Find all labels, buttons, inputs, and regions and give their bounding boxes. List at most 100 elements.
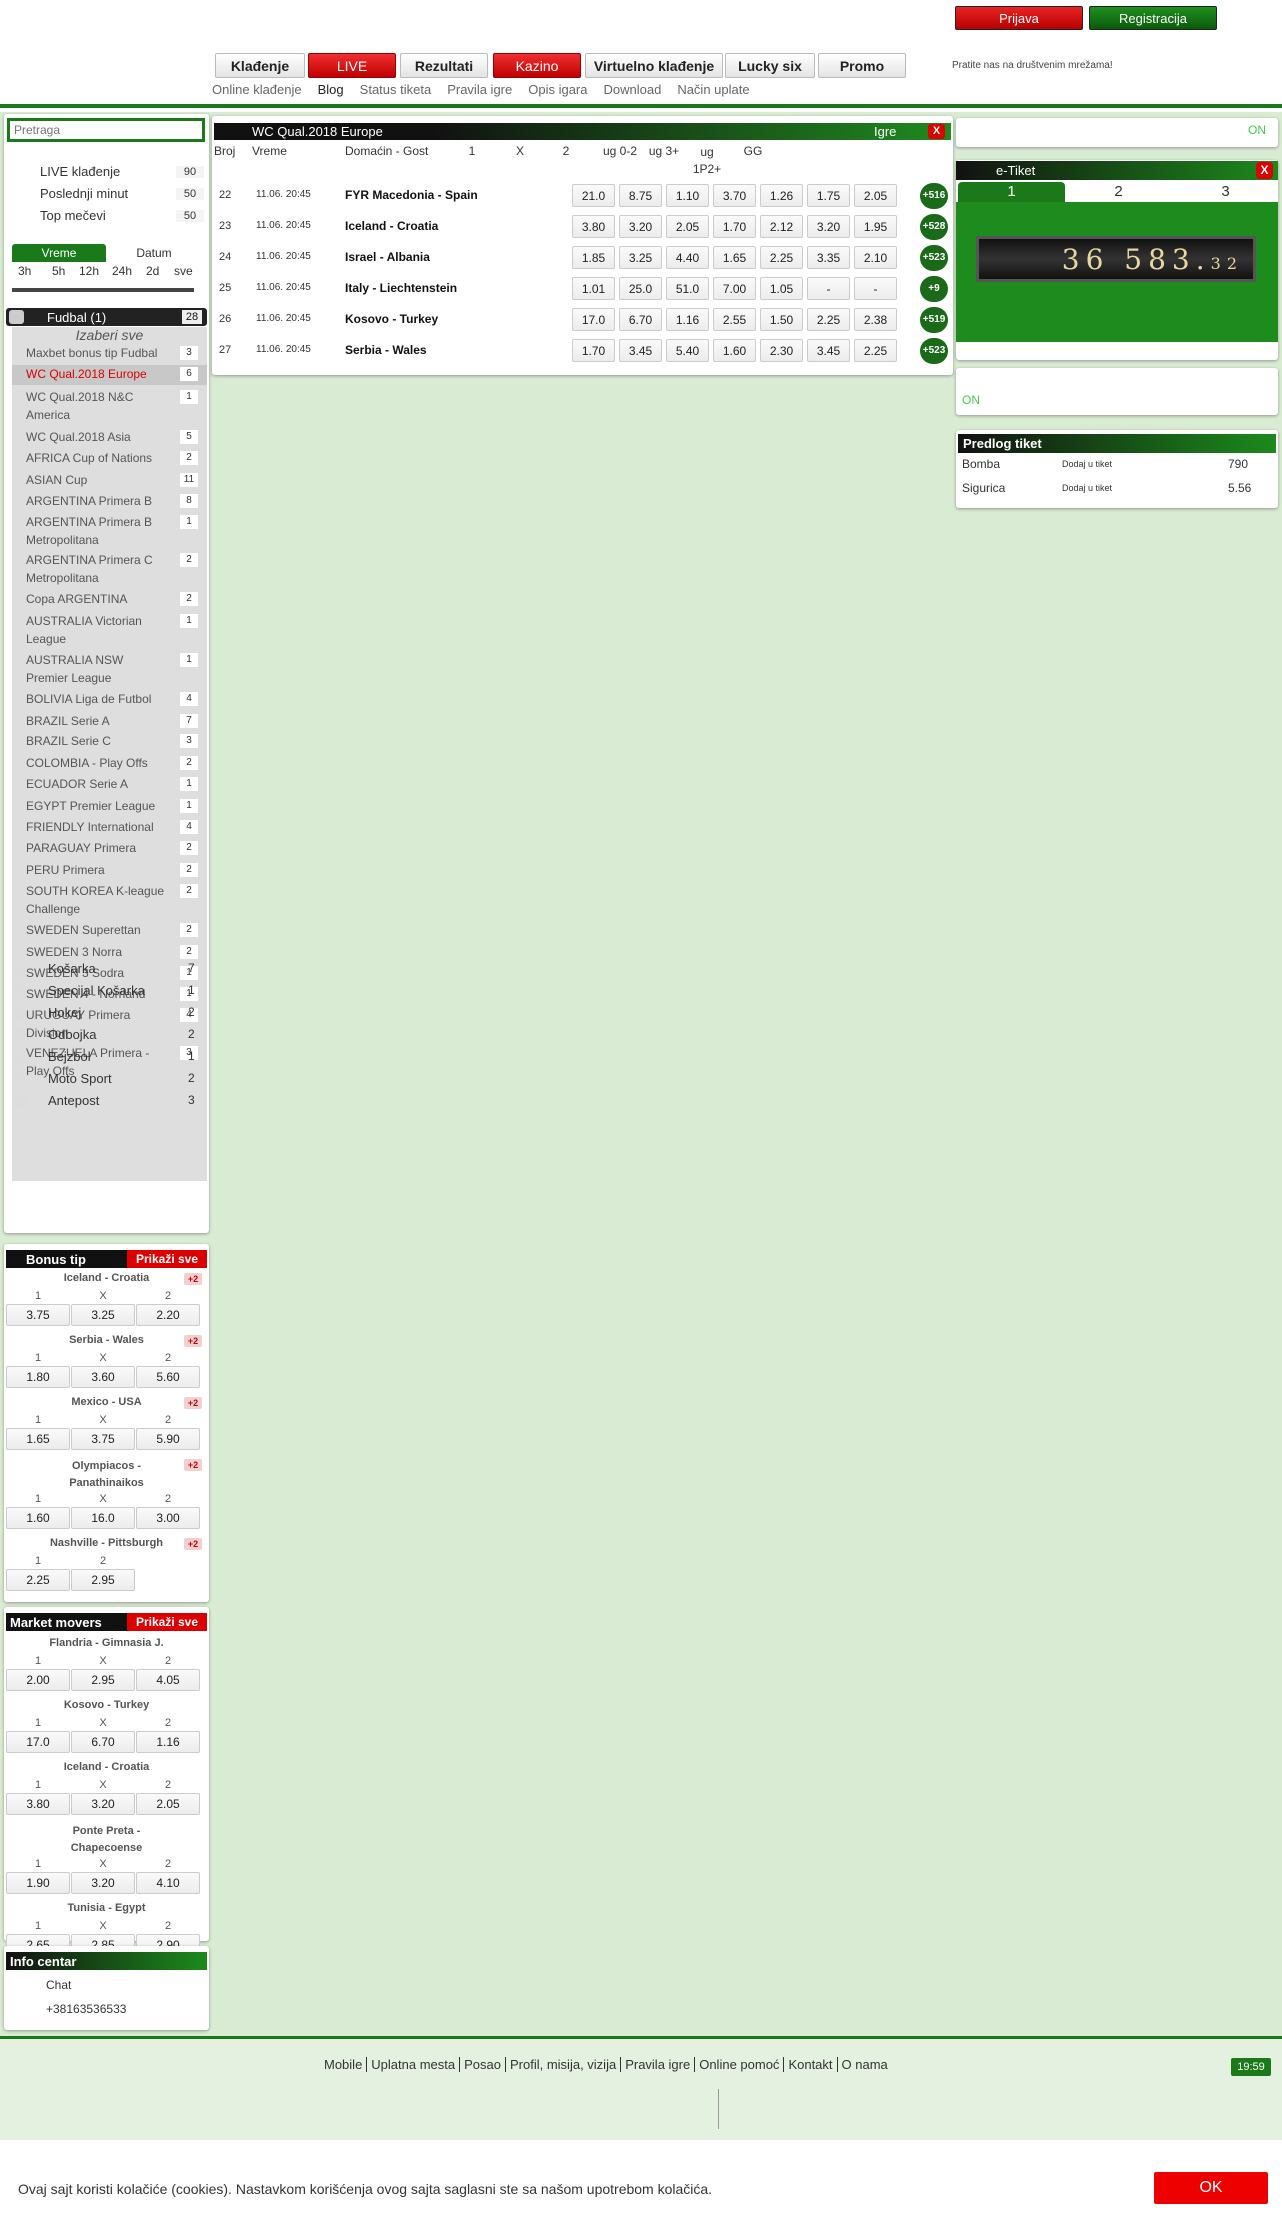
league-item[interactable]: BRAZIL Serie A 7 [12,712,207,732]
close-icon[interactable]: X [928,124,945,139]
odds-button[interactable]: 2.95 [71,1569,135,1591]
odds-button[interactable]: 2.25 [807,308,850,331]
cookie-ok-button[interactable]: OK [1154,2172,1268,2204]
more-bets-badge[interactable]: +2 [184,1273,202,1285]
tab-vreme[interactable]: Vreme [12,244,106,262]
nav-kla-enje[interactable]: Klađenje [215,53,305,78]
subnav-link[interactable]: Status tiketa [360,82,432,97]
match-title[interactable]: Iceland - Croatia [4,1761,209,1773]
odds-button[interactable]: 5.60 [136,1366,200,1388]
odds-button[interactable]: 3.80 [6,1793,70,1815]
more-bets-button[interactable]: +519 [920,307,948,333]
footer-link[interactable]: O nama [838,2057,892,2072]
more-bets-button[interactable]: +9 [920,276,948,302]
show-all-button[interactable]: Prikaži sve [127,1250,207,1268]
time-slider[interactable] [12,288,194,292]
odds-button[interactable]: 8.75 [619,184,662,207]
odds-button[interactable]: 1.60 [6,1507,70,1529]
odds-button[interactable]: 2.25 [6,1569,70,1591]
odds-button[interactable]: 3.25 [619,246,662,269]
odds-button[interactable]: 2.38 [854,308,897,331]
odds-button[interactable]: 3.45 [619,339,662,362]
more-bets-badge[interactable]: +2 [184,1397,202,1409]
odds-button[interactable]: 3.80 [572,215,615,238]
league-item[interactable]: WC Qual.2018 Asia 5 [12,428,207,448]
odds-button[interactable]: 1.60 [713,339,756,362]
league-item[interactable]: SOUTH KOREA K-league Challenge 2 [12,882,207,920]
subnav-link[interactable]: Blog [318,82,344,97]
league-item[interactable]: BRAZIL Serie C 3 [12,732,207,752]
subnav-link[interactable]: Način uplate [677,82,749,97]
login-button[interactable]: Prijava [955,6,1083,30]
match-teams[interactable]: Serbia - Wales [345,343,427,357]
league-item[interactable]: SWEDEN 3 Sodra 1 [12,964,207,984]
footer-link[interactable]: Pravila igre [621,2057,696,2072]
league-item[interactable]: ASIAN Cup 11 [12,471,207,491]
league-item[interactable]: WC Qual.2018 N&C America 1 [12,388,207,426]
time-filter-2d[interactable]: 2d [146,264,159,278]
league-item[interactable]: COLOMBIA - Play Offs 2 [12,754,207,774]
odds-button[interactable]: 4.40 [666,246,709,269]
match-teams[interactable]: Israel - Albania [345,250,430,264]
match-title[interactable]: Mexico - USA +2 [4,1396,209,1409]
odds-button[interactable]: 2.25 [854,339,897,362]
sport-checkbox[interactable] [12,1028,26,1042]
odds-button[interactable]: 2.30 [760,339,803,362]
odds-button[interactable]: 1.70 [713,215,756,238]
match-title[interactable]: Iceland - Croatia +2 [4,1272,209,1285]
match-title[interactable]: Tunisia - Egypt [4,1902,209,1914]
choose-all-link[interactable]: Izaberi sve [12,327,207,343]
odds-button[interactable]: 4.05 [136,1669,200,1691]
sport-checkbox[interactable] [12,1072,26,1086]
footer-link[interactable]: Profil, misija, vizija [506,2057,622,2072]
tab-datum[interactable]: Datum [106,244,202,262]
odds-button[interactable]: 1.16 [136,1731,200,1753]
sport-checkbox[interactable] [12,1006,26,1020]
quick-link[interactable]: LIVE klađenje [40,164,120,179]
odds-button[interactable]: 1.05 [760,277,803,300]
league-item[interactable]: FRIENDLY International 4 [12,818,207,838]
show-all-button[interactable]: Prikaži sve [127,1613,207,1631]
more-bets-button[interactable]: +523 [920,338,948,364]
nav-lucky-six[interactable]: Lucky six [725,53,815,78]
nav-live[interactable]: LIVE [308,53,396,78]
league-item[interactable]: BOLIVIA Liga de Futbol 4 [12,690,207,710]
nav-promo[interactable]: Promo [818,53,906,78]
footer-link[interactable]: Posao [460,2057,506,2072]
league-item[interactable]: ARGENTINA Primera B 8 [12,492,207,512]
odds-button[interactable]: 5.90 [136,1428,200,1450]
odds-button[interactable]: 2.55 [713,308,756,331]
time-filter-sve[interactable]: sve [174,264,193,278]
match-title[interactable]: Olympiacos - Panathinaikos +2 [4,1458,209,1492]
match-teams[interactable]: Kosovo - Turkey [345,312,438,326]
odds-button[interactable]: 2.05 [666,215,709,238]
on-toggle[interactable]: ON [962,393,980,407]
league-item[interactable]: AUSTRALIA Victorian League 1 [12,612,207,650]
match-title[interactable]: Nashville - Pittsburgh +2 [4,1537,209,1550]
phone-number[interactable]: +38163536533 [46,2002,126,2016]
odds-button[interactable]: 2.05 [854,184,897,207]
odds-button[interactable]: 2.25 [760,246,803,269]
odds-button[interactable]: 3.70 [713,184,756,207]
odds-button[interactable]: 1.80 [6,1366,70,1388]
match-title[interactable]: Serbia - Wales +2 [4,1334,209,1347]
odds-button[interactable]: 6.70 [619,308,662,331]
odds-button[interactable]: 3.20 [71,1793,135,1815]
sport-checkbox[interactable] [12,962,26,976]
league-item[interactable]: PERU Primera 2 [12,861,207,881]
odds-button[interactable]: - [807,277,850,300]
odds-button[interactable]: 21.0 [572,184,615,207]
odds-button[interactable]: 3.45 [807,339,850,362]
match-title[interactable]: Ponte Preta - Chapecoense [4,1823,209,1857]
odds-button[interactable]: 1.90 [6,1872,70,1894]
sport-header-fudbal[interactable]: Fudbal (1) 28 [6,308,207,326]
odds-button[interactable]: - [854,277,897,300]
more-bets-button[interactable]: +516 [920,183,948,209]
league-item[interactable]: AUSTRALIA NSW Premier League 1 [12,651,207,689]
league-item[interactable]: Maxbet bonus tip Fudbal 3 [12,344,207,364]
sport-checkbox[interactable] [12,1094,26,1108]
fudbal-checkbox[interactable] [9,310,24,324]
games-label[interactable]: Igre [874,124,896,139]
register-button[interactable]: Registracija [1089,6,1217,30]
league-item[interactable]: EGYPT Premier League 1 [12,797,207,817]
